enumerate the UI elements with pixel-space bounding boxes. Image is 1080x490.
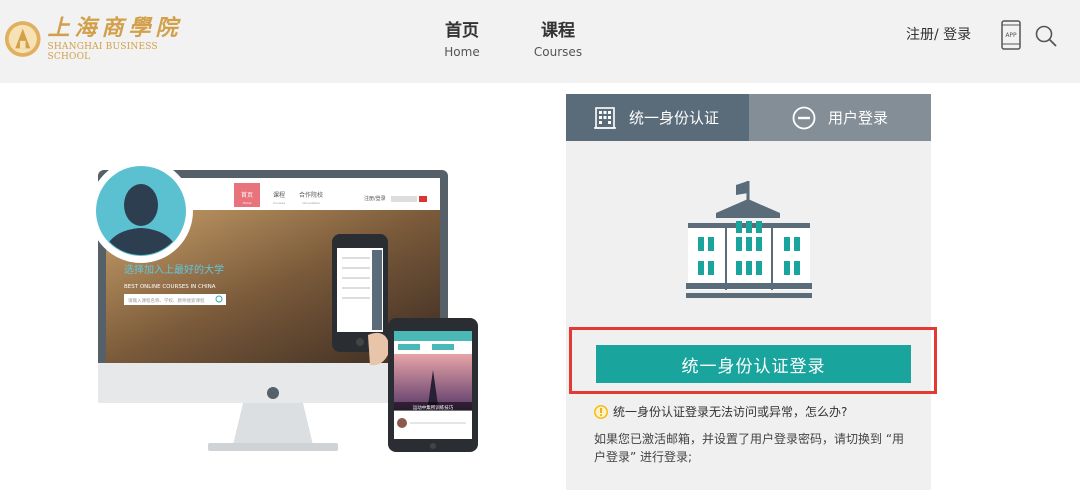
sso-login-button[interactable]: 统一身份认证登录 [596,345,911,383]
nav-home[interactable]: 首页 Home [440,20,484,59]
minus-circle-icon [792,106,816,129]
building-grid-icon [594,106,616,129]
screen-hero-subtitle: BEST ONLINE COURSES IN CHINA [124,284,216,290]
login-panel: 统一身份认证 用户登录 统一身份认证登录 统一身份认证登录无法访问或异常，怎么办… [566,94,937,490]
logo-chinese-name: 上海商學院 [47,15,183,41]
help-description: 如果您已激活邮箱，并设置了用户登录密码，请切换到 “用户登录” 进行登录; [594,432,905,464]
login-tabs: 统一身份认证 用户登录 [566,94,931,141]
nav-courses[interactable]: 课程 Courses [530,20,586,59]
help-question[interactable]: 统一身份认证登录无法访问或异常，怎么办? [594,403,847,420]
tab-user-login[interactable]: 用户登录 [749,94,931,141]
screen-search-placeholder: 请输入课程名称、学校、教师搜索课程 [128,297,205,304]
auth-separator: / [934,27,944,43]
register-link[interactable]: 注册 [906,27,934,43]
tab-unified-auth[interactable]: 统一身份认证 [566,94,749,141]
university-building-icon [686,181,812,298]
top-header: 上海商學院 SHANGHAI BUSINESS SCHOOL 首页 Home 课… [0,0,1080,83]
screen-nav-partners-en: Universities [302,201,320,205]
nav-home-sublabel: Home [444,45,480,59]
school-logo[interactable]: 上海商學院 SHANGHAI BUSINESS SCHOOL [4,15,194,63]
tab-user-login-label: 用户登录 [828,109,889,127]
search-icon[interactable] [1034,24,1058,48]
screen-nav-home: 首页 [241,191,253,199]
auth-links: 注册/ 登录 [906,24,971,44]
nav-courses-sublabel: Courses [533,45,583,59]
screen-nav-courses: 课程 [273,191,285,199]
logo-english-name: SHANGHAI BUSINESS SCHOOL [47,42,158,62]
devices-illustration: 首页 Home 课程 Courses 合作院校 Universities 注册/… [89,159,478,452]
screen-hero-title: 选择加入上最好的大学 [124,263,224,276]
app-icon-label: APP [1005,32,1017,39]
help-question-text: 统一身份认证登录无法访问或异常，怎么办? [613,405,848,419]
tab-unified-auth-label: 统一身份认证 [629,109,720,127]
login-link[interactable]: 登录 [943,27,971,43]
school-emblem-icon [4,21,41,57]
tablet-caption: 运动中集所训练技巧 [413,404,454,411]
app-phone-icon[interactable]: APP [1001,20,1021,50]
screen-nav-home-en: Home [243,201,252,205]
screen-nav-courses-en: Courses [273,201,285,205]
nav-home-label: 首页 [445,21,479,41]
screen-nav-partners: 合作院校 [299,191,323,199]
nav-courses-label: 课程 [541,21,575,41]
warning-icon [594,404,608,419]
screen-auth: 注册/登录 [364,195,386,202]
